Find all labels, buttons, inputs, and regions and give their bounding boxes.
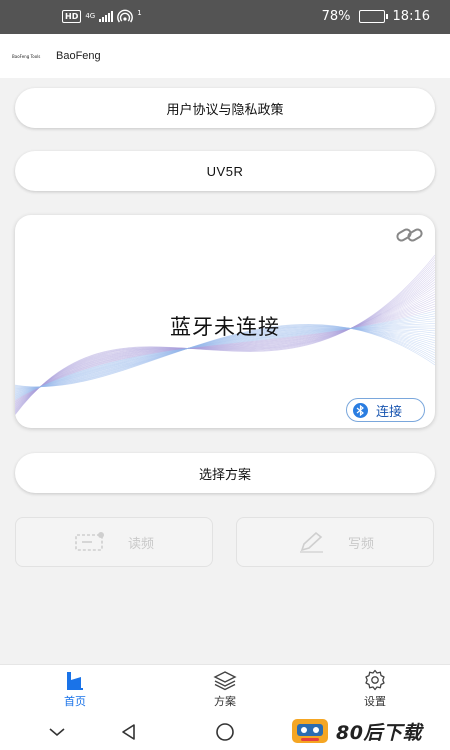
- choose-scheme-button[interactable]: 选择方案: [15, 453, 435, 493]
- tab-scheme-label: 方案: [214, 695, 236, 708]
- tab-home-label: 首页: [64, 695, 86, 708]
- bluetooth-status-text: 蓝牙未连接: [170, 315, 280, 339]
- connect-label: 连接: [376, 404, 403, 420]
- watermark-text: 80后下载: [336, 721, 422, 744]
- site-watermark: 80后下载: [290, 714, 422, 748]
- home-icon: [67, 672, 83, 690]
- clock: 18:16: [392, 9, 430, 24]
- back-icon[interactable]: [118, 722, 140, 742]
- status-left-icons: HD 4G 1: [62, 9, 142, 23]
- bluetooth-icon: [353, 402, 368, 418]
- bottom-tab-bar: 首页 方案 设置: [0, 664, 450, 714]
- read-frequency-button[interactable]: 读频: [15, 517, 213, 567]
- signal-icon: [99, 10, 114, 22]
- home-circle-icon[interactable]: [214, 722, 236, 742]
- status-right-icons: 78% 18:16: [322, 9, 430, 24]
- robot-logo-icon: [292, 719, 328, 743]
- battery-percent: 78%: [321, 9, 351, 24]
- connect-button[interactable]: 连接: [346, 398, 425, 422]
- link-icon[interactable]: [395, 226, 425, 244]
- tab-scheme[interactable]: 方案: [185, 669, 265, 709]
- bluetooth-card: 蓝牙未连接 连接: [15, 215, 435, 428]
- read-label: 读频: [127, 536, 154, 552]
- read-icon: [75, 532, 104, 551]
- battery-icon: [358, 10, 388, 23]
- app-logo: BaoFeng Tools: [12, 53, 41, 59]
- gear-icon: [365, 669, 385, 691]
- network-type: 4G: [85, 12, 96, 20]
- user-agreement-button[interactable]: 用户协议与隐私政策: [15, 88, 435, 128]
- hotspot-icon: [117, 9, 134, 23]
- write-label: 写频: [347, 536, 374, 552]
- layers-icon: [213, 671, 237, 691]
- write-frequency-button[interactable]: 写频: [236, 517, 434, 567]
- tab-settings-label: 设置: [364, 695, 386, 708]
- tab-settings[interactable]: 设置: [335, 669, 415, 709]
- status-bar: HD 4G 1 78% 18:16: [0, 0, 450, 34]
- pen-icon: [299, 531, 323, 553]
- app-header: BaoFeng Tools BaoFeng: [0, 34, 450, 78]
- radio-model-button[interactable]: UV5R: [15, 151, 435, 191]
- hotspot-count: 1: [137, 9, 142, 17]
- app-title: BaoFeng: [56, 50, 101, 62]
- chevron-down-icon[interactable]: [46, 722, 68, 742]
- tab-home[interactable]: 首页: [35, 669, 115, 709]
- hd-badge: HD: [62, 9, 82, 23]
